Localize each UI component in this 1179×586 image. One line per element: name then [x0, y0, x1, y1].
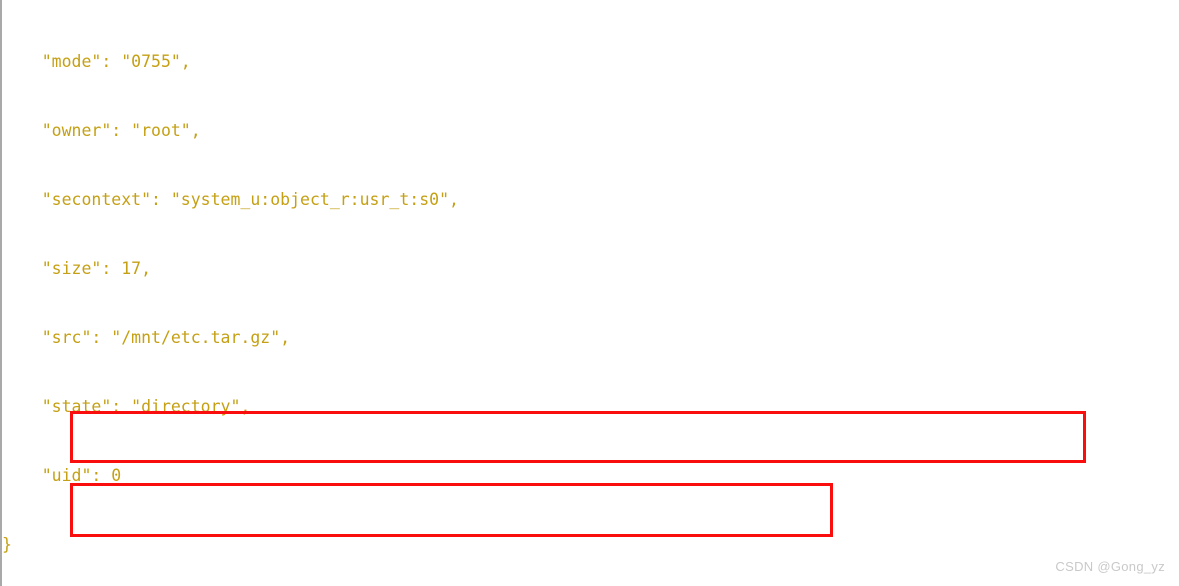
output-line: "mode": "0755",: [2, 52, 191, 71]
output-line: "src": "/mnt/etc.tar.gz",: [2, 328, 291, 347]
terminal-window: "mode": "0755", "owner": "root", "secont…: [0, 0, 1179, 586]
output-line: "size": 17,: [2, 259, 152, 278]
output-line: "owner": "root",: [2, 121, 201, 140]
watermark: CSDN @Gong_yz: [1055, 559, 1165, 574]
terminal-output[interactable]: "mode": "0755", "owner": "root", "secont…: [2, 4, 1179, 586]
output-line: "state": "directory",: [2, 397, 251, 416]
output-line: "uid": 0: [2, 466, 122, 485]
output-line: }: [2, 535, 12, 554]
output-line: "secontext": "system_u:object_r:usr_t:s0…: [2, 190, 459, 209]
